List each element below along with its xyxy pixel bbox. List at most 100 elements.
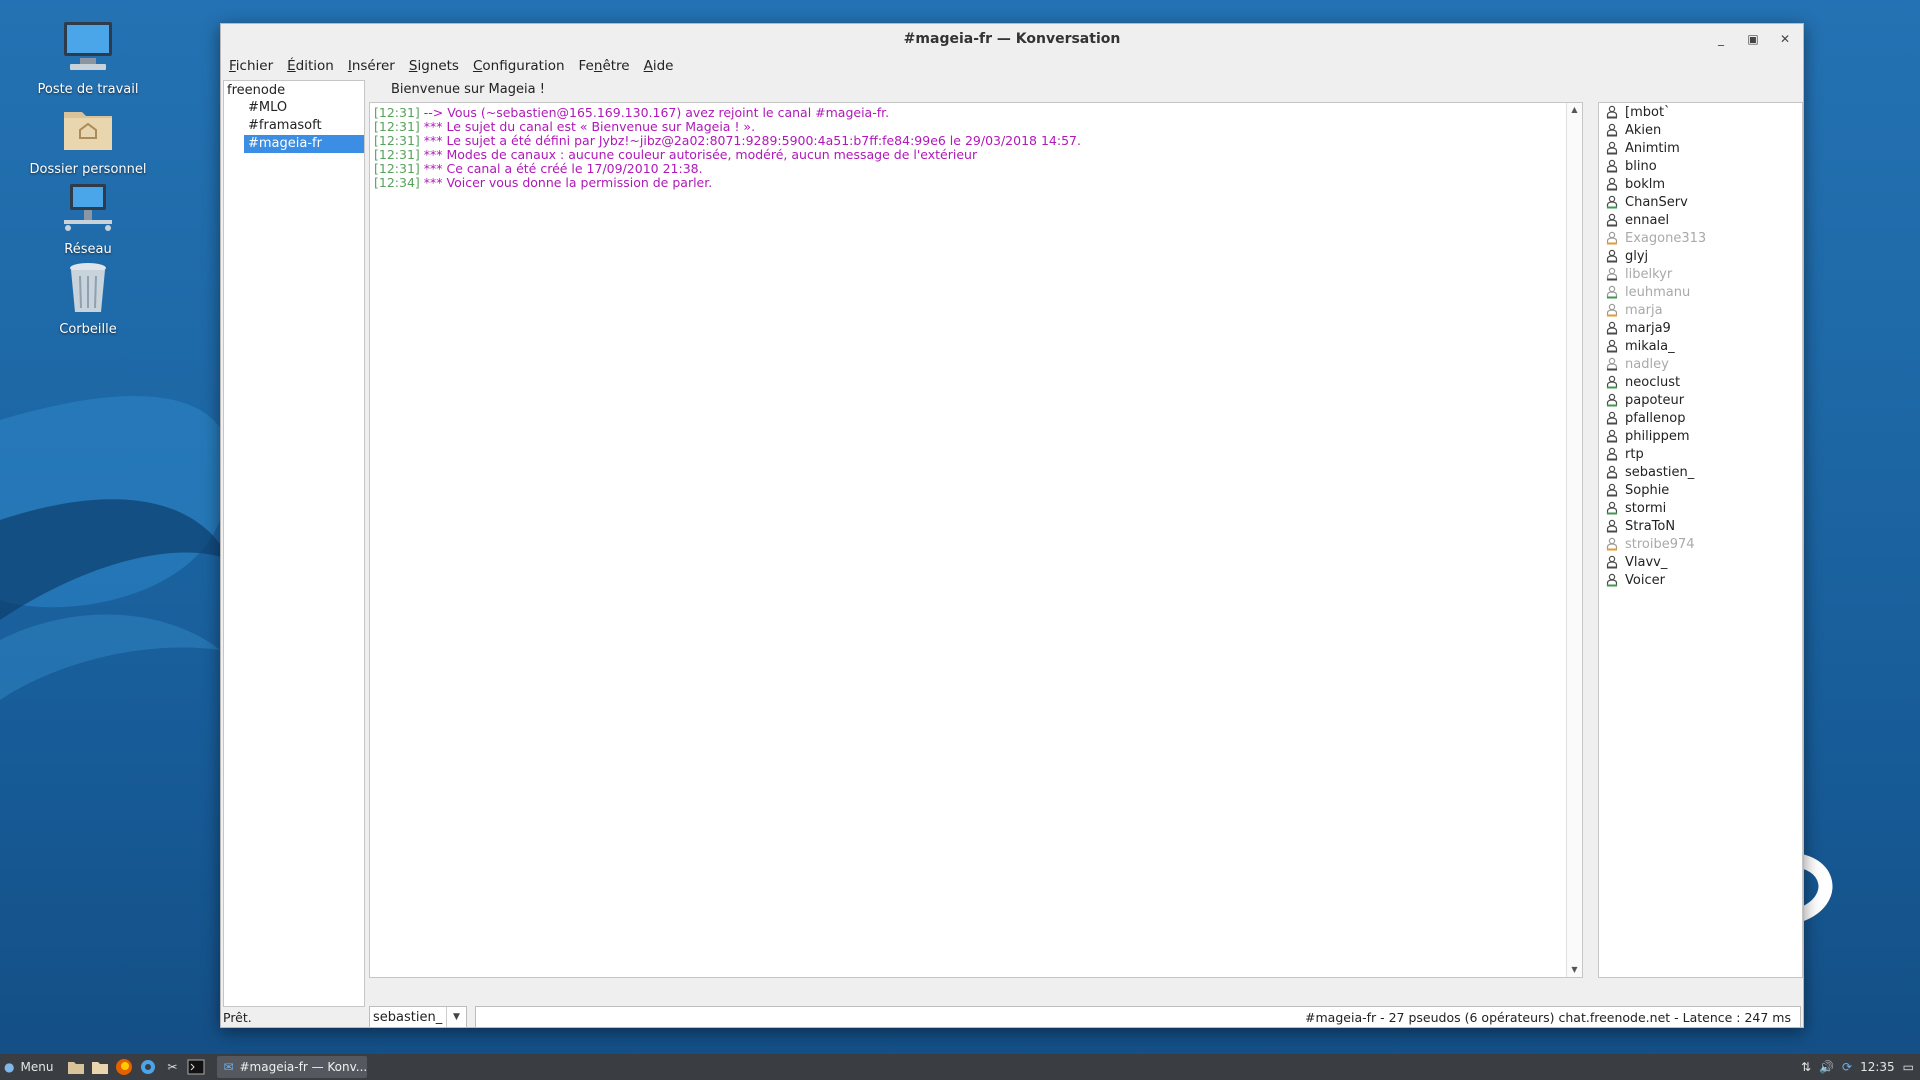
nick-item[interactable]: neoclust	[1599, 373, 1802, 391]
tree-channel-mlo[interactable]: #MLO	[244, 99, 364, 117]
close-button[interactable]: ✕	[1773, 28, 1797, 50]
nick-name: stormi	[1625, 500, 1667, 516]
taskbar-window-konversation[interactable]: ✉ #mageia-fr — Konv...	[217, 1056, 368, 1078]
chat-line: [12:31] *** Le sujet du canal est « Bien…	[374, 120, 1562, 134]
nick-name: blino	[1625, 158, 1657, 174]
channel-topic: Bienvenue sur Mageia !	[391, 82, 545, 97]
chat-scrollbar[interactable]: ▲ ▼	[1566, 103, 1582, 977]
nick-item[interactable]: marja9	[1599, 319, 1802, 337]
chat-message: --> Vous (~sebastien@165.169.130.167) av…	[423, 105, 890, 120]
start-menu-button[interactable]: ● Menu	[0, 1054, 61, 1080]
settings-gear-icon[interactable]	[139, 1058, 157, 1076]
nick-item[interactable]: stroibe974	[1599, 535, 1802, 553]
nick-name: sebastien_	[1625, 464, 1695, 480]
menu-aide[interactable]: Aide	[644, 58, 674, 74]
nick-item[interactable]: papoteur	[1599, 391, 1802, 409]
user-icon	[1605, 555, 1619, 569]
titlebar[interactable]: #mageia-fr — Konversation _ ▣ ✕	[221, 24, 1803, 54]
start-menu-label: Menu	[20, 1060, 54, 1074]
user-icon	[1605, 267, 1619, 281]
nick-item[interactable]: pfallenop	[1599, 409, 1802, 427]
user-icon	[1605, 501, 1619, 515]
nick-item[interactable]: Vlavv_	[1599, 553, 1802, 571]
chat-line: [12:31] *** Le sujet a été défini par Jy…	[374, 134, 1562, 148]
clock[interactable]: 12:35	[1860, 1060, 1895, 1074]
user-icon	[1605, 213, 1619, 227]
user-icon	[1605, 321, 1619, 335]
maximize-icon: ▣	[1747, 32, 1759, 46]
nick-item[interactable]: libelkyr	[1599, 265, 1802, 283]
nick-item[interactable]: StraToN	[1599, 517, 1802, 535]
scroll-up-icon[interactable]: ▲	[1567, 103, 1582, 117]
user-icon	[1605, 537, 1619, 551]
nick-item[interactable]: boklm	[1599, 175, 1802, 193]
minimize-button[interactable]: _	[1709, 28, 1733, 50]
desktop-icon-home[interactable]: Dossier personnel	[8, 98, 168, 177]
nick-name: nadley	[1625, 356, 1669, 372]
show-desktop-icon[interactable]: ▭	[1903, 1060, 1914, 1074]
home-folder-icon	[58, 98, 118, 158]
nick-item[interactable]: stormi	[1599, 499, 1802, 517]
menu-fenetre[interactable]: Fenêtre	[579, 58, 630, 74]
menu-fichier[interactable]: Fichier	[229, 58, 273, 74]
desktop-icon-computer[interactable]: Poste de travail	[8, 18, 168, 97]
nick-item[interactable]: Voicer	[1599, 571, 1802, 589]
desktop-icon-network[interactable]: Réseau	[8, 178, 168, 257]
nick-item[interactable]: blino	[1599, 157, 1802, 175]
menu-inserer[interactable]: Insérer	[348, 58, 395, 74]
nick-name: glyj	[1625, 248, 1649, 264]
nick-item[interactable]: marja	[1599, 301, 1802, 319]
nick-name: [mbot`	[1625, 104, 1671, 120]
nick-item[interactable]: ennael	[1599, 211, 1802, 229]
desktop-icon-trash[interactable]: Corbeille	[8, 258, 168, 337]
terminal-icon[interactable]	[187, 1058, 205, 1076]
nick-item[interactable]: ChanServ	[1599, 193, 1802, 211]
user-icon	[1605, 159, 1619, 173]
nick-item[interactable]: Sophie	[1599, 481, 1802, 499]
chat-line: [12:31] *** Modes de canaux : aucune cou…	[374, 148, 1562, 162]
file-manager-icon[interactable]	[67, 1058, 85, 1076]
nick-item[interactable]: rtp	[1599, 445, 1802, 463]
nick-item[interactable]: [mbot`	[1599, 103, 1802, 121]
nick-list: [mbot` Akien Animtim blino boklm ChanServ enna…	[1598, 102, 1803, 978]
user-icon	[1605, 195, 1619, 209]
tree-channel-framasoft[interactable]: #framasoft	[244, 117, 364, 135]
mageia-logo-icon: ●	[4, 1060, 15, 1074]
status-ready: Prêt.	[223, 1009, 252, 1025]
user-icon	[1605, 447, 1619, 461]
tree-channel-mageia-fr[interactable]: #mageia-fr	[244, 135, 364, 153]
minimize-icon: _	[1718, 32, 1724, 46]
maximize-button[interactable]: ▣	[1741, 28, 1765, 50]
nick-item[interactable]: Animtim	[1599, 139, 1802, 157]
nick-item[interactable]: philippem	[1599, 427, 1802, 445]
nick-item[interactable]: Akien	[1599, 121, 1802, 139]
nick-name: Akien	[1625, 122, 1662, 138]
user-icon	[1605, 249, 1619, 263]
volume-icon[interactable]: 🔊	[1819, 1060, 1834, 1074]
user-icon	[1605, 231, 1619, 245]
nick-item[interactable]: leuhmanu	[1599, 283, 1802, 301]
user-icon	[1605, 483, 1619, 497]
nick-name: StraToN	[1625, 518, 1676, 534]
nick-name: ennael	[1625, 212, 1670, 228]
chat-log: [12:31] --> Vous (~sebastien@165.169.130…	[369, 102, 1583, 978]
menu-signets[interactable]: Signets	[409, 58, 459, 74]
menu-edition[interactable]: Édition	[287, 58, 334, 74]
network-tray-icon[interactable]: ⇅	[1801, 1060, 1811, 1074]
tools-icon[interactable]: ✂	[163, 1058, 181, 1076]
scroll-down-icon[interactable]: ▼	[1567, 963, 1582, 977]
update-icon[interactable]: ⟳	[1842, 1060, 1852, 1074]
user-icon	[1605, 303, 1619, 317]
nick-item[interactable]: glyj	[1599, 247, 1802, 265]
menu-configuration[interactable]: Configuration	[473, 58, 565, 74]
tree-server[interactable]: freenode	[224, 81, 364, 99]
chat-timestamp: [12:31]	[374, 161, 420, 176]
firefox-icon[interactable]	[115, 1058, 133, 1076]
chat-timestamp: [12:31]	[374, 119, 420, 134]
nick-item[interactable]: nadley	[1599, 355, 1802, 373]
nick-item[interactable]: Exagone313	[1599, 229, 1802, 247]
nick-item[interactable]: sebastien_	[1599, 463, 1802, 481]
folder-icon[interactable]	[91, 1058, 109, 1076]
nick-item[interactable]: mikala_	[1599, 337, 1802, 355]
user-icon	[1605, 573, 1619, 587]
